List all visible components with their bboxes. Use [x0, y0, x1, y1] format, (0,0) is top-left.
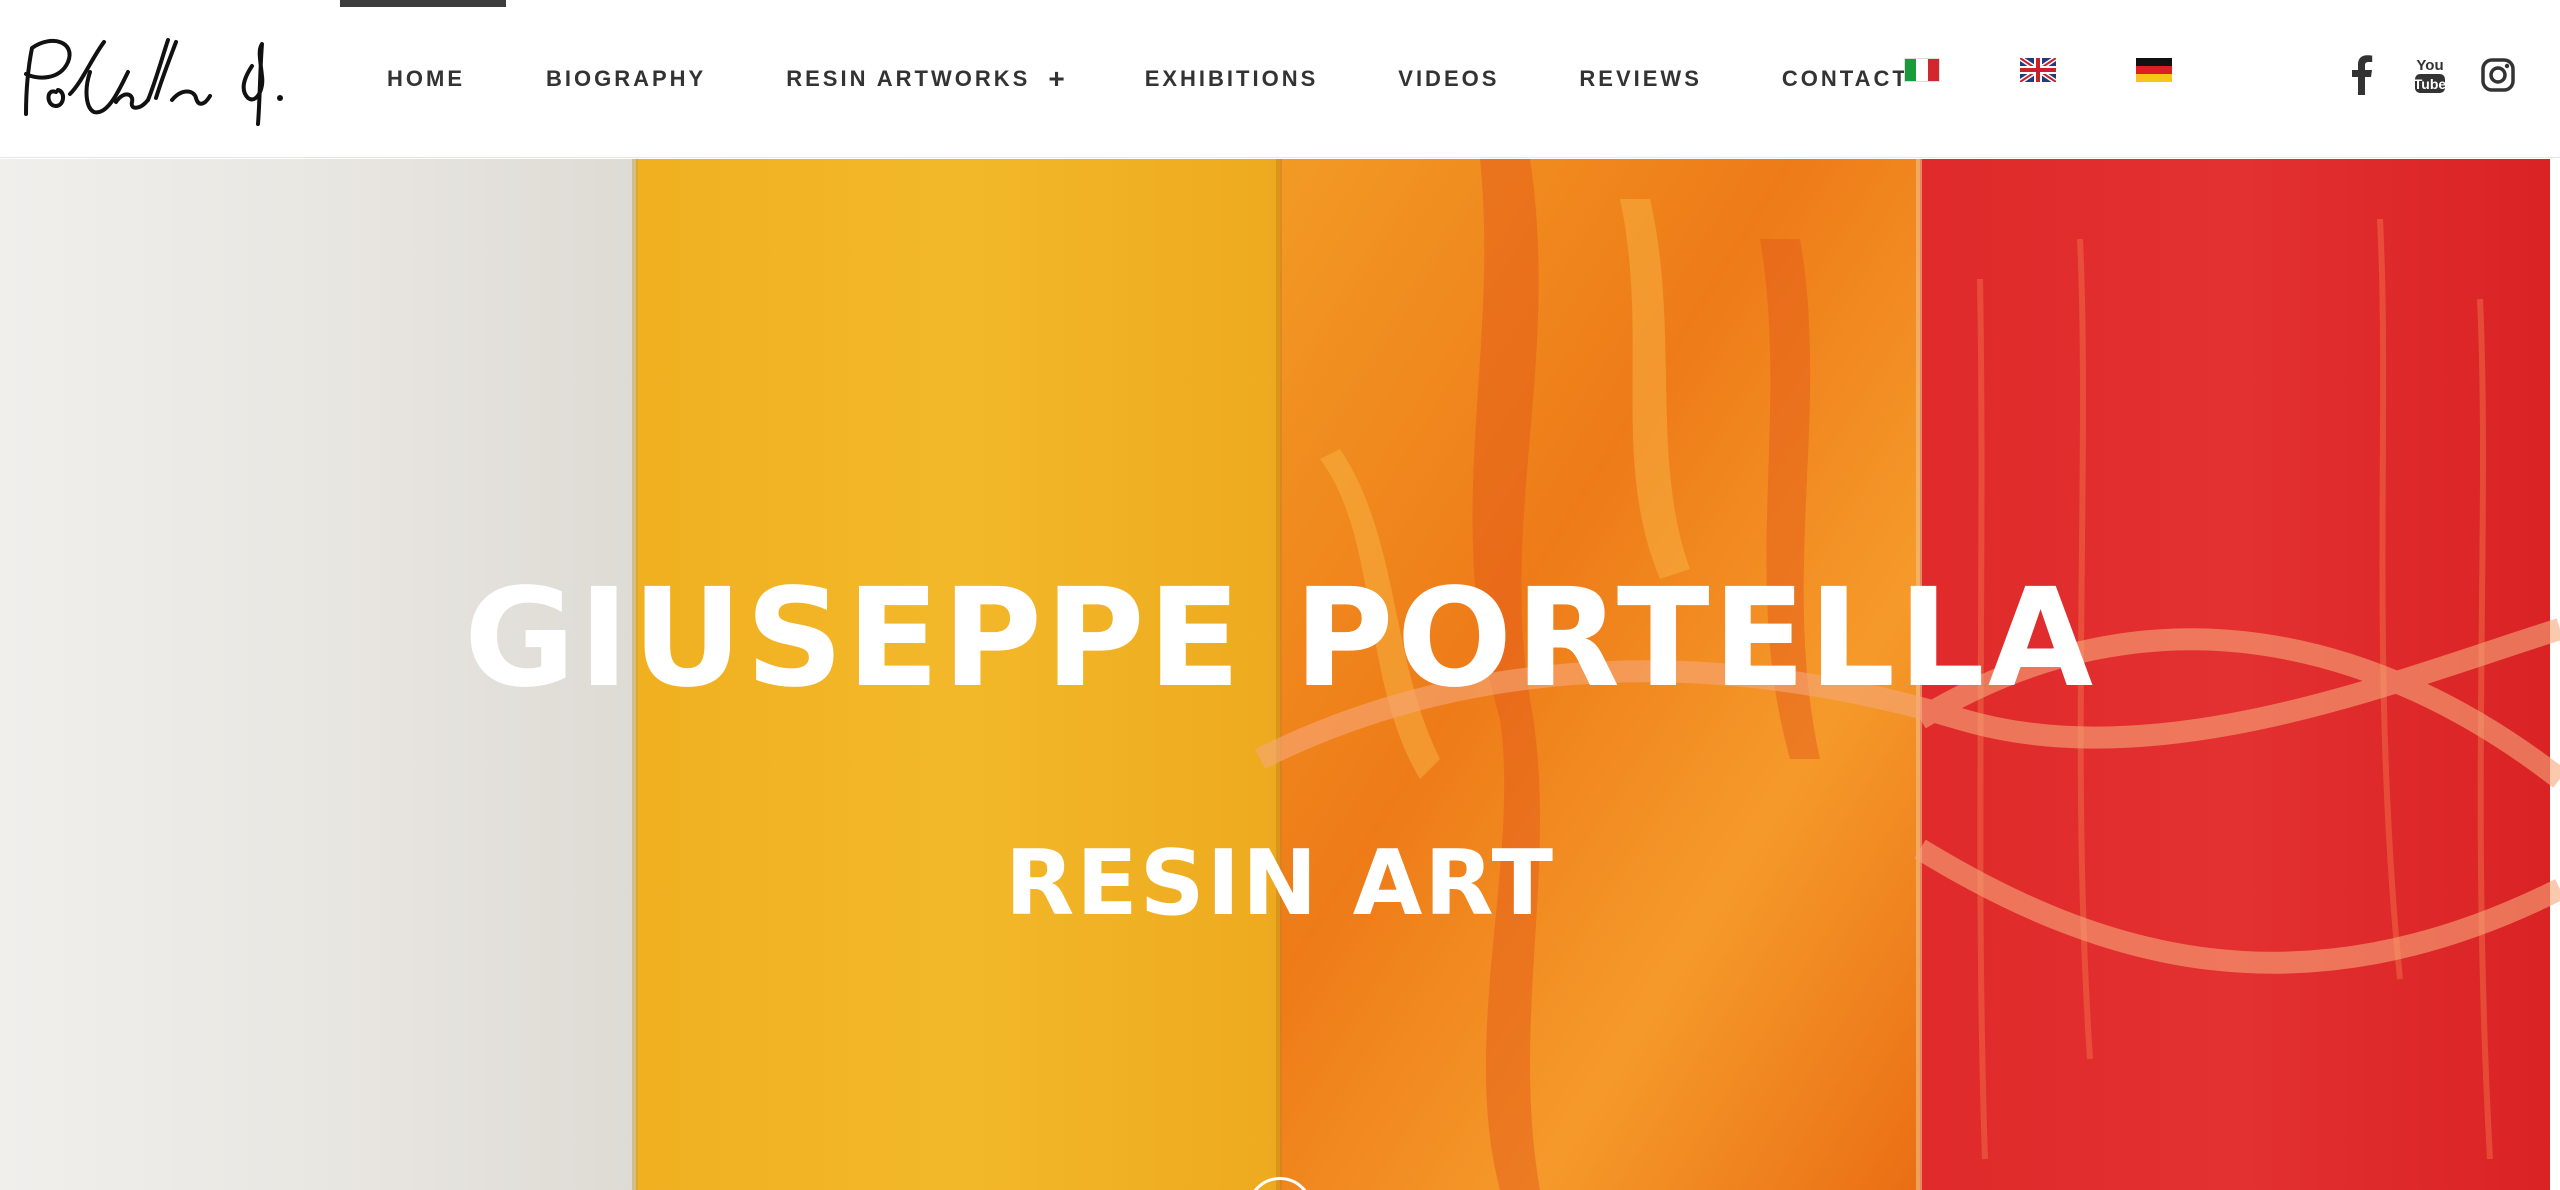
facebook-link[interactable] [2342, 52, 2382, 98]
site-header: HOME BIOGRAPHY RESIN ARTWORKS + EXHIBITI… [0, 0, 2560, 158]
main-navigation: HOME BIOGRAPHY RESIN ARTWORKS + EXHIBITI… [340, 0, 1949, 158]
nav-resin-artworks-label: RESIN ARTWORKS [786, 66, 1031, 91]
nav-biography[interactable]: BIOGRAPHY [506, 0, 746, 158]
nav-reviews[interactable]: REVIEWS [1539, 0, 1741, 158]
hero-title: GIUSEPPE PORTELLA [463, 560, 2097, 718]
uk-flag-icon[interactable] [2020, 58, 2056, 82]
youtube-icon: You Tube [2414, 57, 2446, 93]
svg-text:Tube: Tube [2414, 76, 2446, 92]
nav-videos[interactable]: VIDEOS [1358, 0, 1539, 158]
svg-text:You: You [2416, 57, 2443, 74]
hero-subtitle: RESIN ART [1004, 831, 1556, 936]
youtube-link[interactable]: You Tube [2410, 52, 2450, 98]
italy-flag-icon[interactable] [1904, 58, 1940, 82]
instagram-link[interactable] [2478, 52, 2518, 98]
language-switcher [1904, 58, 2252, 82]
signature-logo[interactable] [12, 28, 284, 128]
expand-plus-icon[interactable]: + [1048, 63, 1064, 95]
germany-flag-icon[interactable] [2136, 58, 2172, 82]
hero-banner: GIUSEPPE PORTELLA RESIN ART [0, 159, 2560, 1190]
facebook-icon [2352, 55, 2373, 95]
instagram-icon [2481, 58, 2515, 92]
nav-home[interactable]: HOME [340, 0, 506, 158]
social-links: You Tube [2342, 52, 2518, 98]
nav-exhibitions[interactable]: EXHIBITIONS [1105, 0, 1359, 158]
nav-resin-artworks[interactable]: RESIN ARTWORKS + [746, 0, 1104, 158]
